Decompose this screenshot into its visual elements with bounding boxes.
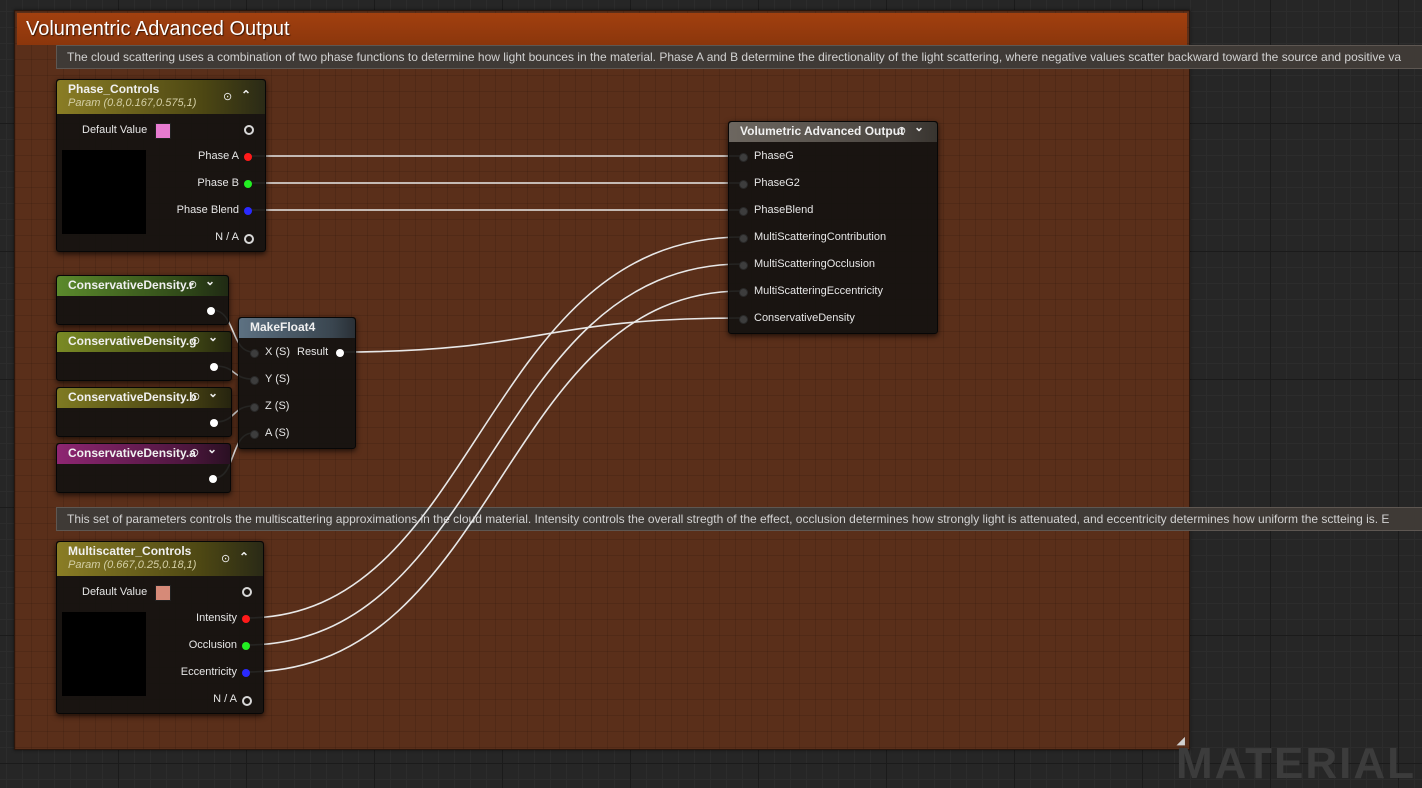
options-icon[interactable]: ⊙ [190,446,199,459]
chevron-down-icon[interactable]: ⌄ [208,332,218,344]
occlusion-output-pin[interactable] [242,642,250,650]
multiscatter-controls-header[interactable]: Multiscatter_Controls Param (0.667,0.25,… [57,542,263,576]
multiscatter-controls-title: Multiscatter_Controls [68,544,192,558]
pin-label-multiscattering-eccentricity: MultiScatteringEccentricity [754,285,883,297]
phase-controls-header[interactable]: Phase_Controls Param (0.8,0.167,0.575,1)… [57,80,265,114]
conservative-density-b-node[interactable]: ConservativeDensity.b ⊙ ⌄ [56,387,232,437]
make-float4-node[interactable]: MakeFloat4 X (S) Result Y (S) Z (S) A (S… [238,317,356,449]
phase-blend-output-pin[interactable] [244,207,252,215]
parameter-preview [62,150,146,234]
multiscatter-comment-text: This set of parameters controls the mult… [67,512,1390,526]
pin-label-na: N / A [213,693,237,705]
default-value-output-pin[interactable] [242,587,252,597]
default-value-label: Default Value [82,586,148,598]
options-icon[interactable]: ⊙ [188,278,197,291]
pin-label-x: X (S) [265,346,291,358]
conservative-density-r-header[interactable]: ConservativeDensity.r ⊙ ⌄ [57,276,228,296]
y-input-pin[interactable] [250,376,259,385]
conservative-density-g-node[interactable]: ConservativeDensity.g ⊙ ⌄ [56,331,232,381]
multiscatter-controls-subtitle: Param (0.667,0.25,0.18,1) [68,559,197,571]
multiscattering-eccentricity-input-pin[interactable] [739,288,748,297]
phase-controls-subtitle: Param (0.8,0.167,0.575,1) [68,97,197,109]
chevron-down-icon[interactable]: ⌄ [208,388,218,400]
pin-label-na: N / A [215,231,239,243]
conservative-density-g-header[interactable]: ConservativeDensity.g ⊙ ⌄ [57,332,231,352]
pin-label-multiscattering-occlusion: MultiScatteringOcclusion [754,258,876,270]
pin-label-phase-a: Phase A [198,150,239,162]
conservative-density-r-node[interactable]: ConservativeDensity.r ⊙ ⌄ [56,275,229,325]
pin-label-phaseblend: PhaseBlend [754,204,814,216]
eccentricity-output-pin[interactable] [242,669,250,677]
pin-label-phase-b: Phase B [197,177,239,189]
phase-controls-node[interactable]: Phase_Controls Param (0.8,0.167,0.575,1)… [56,79,266,252]
graph-watermark: MATERIAL [1176,739,1417,788]
multiscattering-occlusion-input-pin[interactable] [739,261,748,270]
x-input-pin[interactable] [250,349,259,358]
output-node-header[interactable]: Volumetric Advanced Output ⊙ ⌄ [729,122,937,142]
phase-a-output-pin[interactable] [244,153,252,161]
pin-label-result: Result [297,346,329,358]
conservative-density-r-title: ConservativeDensity.r [68,278,194,292]
a-input-pin[interactable] [250,430,259,439]
phaseg2-input-pin[interactable] [739,180,748,189]
conservative-density-g-title: ConservativeDensity.g [68,334,197,348]
conservative-density-b-output-pin[interactable] [210,419,218,427]
comment-header[interactable]: Volumentric Advanced Output [17,13,1187,45]
conservative-density-g-output-pin[interactable] [210,363,218,371]
pin-label-multiscattering-contribution: MultiScatteringContribution [754,231,887,243]
pin-label-eccentricity: Eccentricity [180,666,237,678]
pin-label-a: A (S) [265,427,290,439]
volumetric-advanced-output-node[interactable]: Volumetric Advanced Output ⊙ ⌄ PhaseG Ph… [728,121,938,334]
default-value-swatch[interactable] [155,585,171,601]
conservative-density-a-title: ConservativeDensity.a [68,446,196,460]
intensity-output-pin[interactable] [242,615,250,623]
pin-label-y: Y (S) [265,373,290,385]
default-value-label: Default Value [82,124,148,136]
chevron-down-icon[interactable]: ⌄ [207,444,217,456]
phaseg-input-pin[interactable] [739,153,748,162]
conservative-density-input-pin[interactable] [739,315,748,324]
default-value-output-pin[interactable] [244,125,254,135]
pin-label-phaseg2: PhaseG2 [754,177,800,189]
options-icon[interactable]: ⊙ [191,334,200,347]
chevron-down-icon[interactable]: ⌄ [205,276,215,288]
parameter-preview [62,612,146,696]
phase-controls-title: Phase_Controls [68,82,160,96]
pin-label-z: Z (S) [265,400,290,412]
phase-comment-text: The cloud scattering uses a combination … [67,50,1402,64]
phase-b-output-pin[interactable] [244,180,252,188]
pin-label-phaseg: PhaseG [754,150,794,162]
multiscatter-controls-node[interactable]: Multiscatter_Controls Param (0.667,0.25,… [56,541,264,714]
chevron-up-icon[interactable]: ⌃ [241,88,251,102]
conservative-density-a-node[interactable]: ConservativeDensity.a ⊙ ⌄ [56,443,231,493]
pin-label-phase-blend: Phase Blend [176,204,239,216]
default-value-swatch[interactable] [155,123,171,139]
options-icon[interactable]: ⊙ [897,124,906,137]
options-icon[interactable]: ⊙ [223,90,232,103]
output-node-title: Volumetric Advanced Output [740,124,905,138]
pin-label-intensity: Intensity [196,612,237,624]
conservative-density-r-output-pin[interactable] [207,307,215,315]
chevron-down-icon[interactable]: ⌄ [914,122,924,134]
conservative-density-b-header[interactable]: ConservativeDensity.b ⊙ ⌄ [57,388,231,408]
z-input-pin[interactable] [250,403,259,412]
options-icon[interactable]: ⊙ [221,552,230,565]
chevron-up-icon[interactable]: ⌃ [239,550,249,564]
phase-comment-bubble: The cloud scattering uses a combination … [56,45,1422,69]
conservative-density-a-output-pin[interactable] [209,475,217,483]
result-output-pin[interactable] [336,349,344,357]
options-icon[interactable]: ⊙ [191,390,200,403]
conservative-density-b-title: ConservativeDensity.b [68,390,197,404]
pin-label-occlusion: Occlusion [188,639,237,651]
make-float4-header[interactable]: MakeFloat4 [239,318,355,338]
conservative-density-a-header[interactable]: ConservativeDensity.a ⊙ ⌄ [57,444,230,464]
na-output-pin[interactable] [242,696,252,706]
multiscattering-contribution-input-pin[interactable] [739,234,748,243]
pin-label-conservative-density: ConservativeDensity [754,312,855,324]
comment-title: Volumentric Advanced Output [26,18,290,40]
multiscatter-comment-bubble: This set of parameters controls the mult… [56,507,1422,531]
phaseblend-input-pin[interactable] [739,207,748,216]
make-float4-title: MakeFloat4 [250,320,316,334]
na-output-pin[interactable] [244,234,254,244]
